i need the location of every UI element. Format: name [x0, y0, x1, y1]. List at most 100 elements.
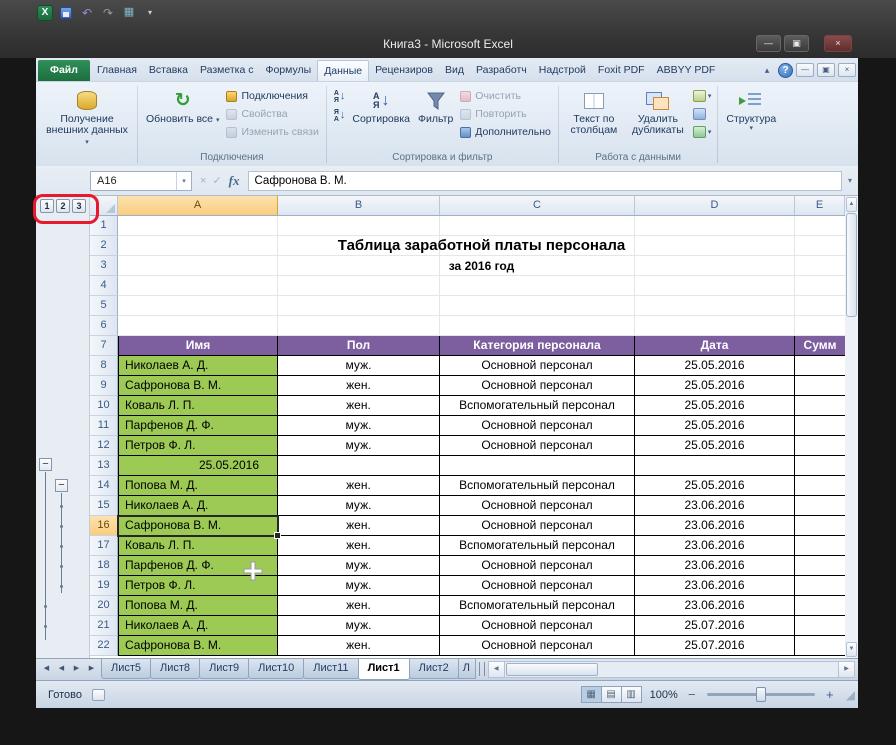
zoom-slider[interactable]: [706, 687, 815, 702]
cell-D8[interactable]: 25.05.2016: [635, 356, 795, 376]
cell-B1[interactable]: [278, 216, 440, 236]
cell-C9[interactable]: Основной персонал: [440, 376, 635, 396]
cell-D15[interactable]: 23.06.2016: [635, 496, 795, 516]
formula-input[interactable]: Сафронова В. М.: [247, 170, 842, 191]
cell-A21[interactable]: Николаев А. Д.: [118, 616, 278, 636]
cell-C5[interactable]: [440, 296, 635, 316]
collapse-ribbon-icon[interactable]: ▴: [759, 63, 775, 78]
close-button[interactable]: ×: [824, 35, 852, 52]
cell-C8[interactable]: Основной персонал: [440, 356, 635, 376]
ribbon-tab-Разметка с[interactable]: Разметка с: [194, 60, 260, 81]
outline-level-1-button[interactable]: 1: [40, 199, 54, 213]
workbook-minimize-icon[interactable]: —: [796, 63, 814, 77]
scroll-down-icon[interactable]: ▼: [846, 642, 857, 657]
cell-A11[interactable]: Парфенов Д. Ф.: [118, 416, 278, 436]
cell-A1[interactable]: [118, 216, 278, 236]
cell-B4[interactable]: [278, 276, 440, 296]
cell-E17[interactable]: [795, 536, 845, 556]
remove-duplicates-button[interactable]: Удалить дубликаты: [625, 84, 691, 139]
cell-A8[interactable]: Николаев А. Д.: [118, 356, 278, 376]
data-validation-button[interactable]: ▾: [691, 87, 714, 105]
ribbon-tab-Вид[interactable]: Вид: [439, 60, 470, 81]
select-all-corner[interactable]: [90, 196, 118, 215]
cell-C10[interactable]: Вспомогательный персонал: [440, 396, 635, 416]
cell-B21[interactable]: муж.: [278, 616, 440, 636]
cell-E6[interactable]: [795, 316, 845, 336]
redo-icon[interactable]: ↷: [99, 4, 117, 21]
resize-grip[interactable]: ◢: [846, 688, 855, 702]
ribbon-tab-Foxit PDF[interactable]: Foxit PDF: [592, 60, 651, 81]
zoom-in-icon[interactable]: +: [824, 688, 836, 701]
sheet-tab-Л[interactable]: Л: [457, 659, 476, 679]
macro-record-icon[interactable]: [91, 688, 105, 701]
row-header-13[interactable]: 13: [90, 456, 118, 476]
cell-E22[interactable]: [795, 636, 845, 656]
vertical-scroll-thumb[interactable]: [846, 213, 857, 317]
vertical-scrollbar[interactable]: ▲ ▼: [845, 196, 858, 658]
cell-A14[interactable]: Попова М. Д.: [118, 476, 278, 496]
cell-A9[interactable]: Сафронова В. М.: [118, 376, 278, 396]
column-header-C[interactable]: C: [440, 196, 635, 215]
cell-E2[interactable]: [795, 236, 845, 256]
cell-C12[interactable]: Основной персонал: [440, 436, 635, 456]
cell-E10[interactable]: [795, 396, 845, 416]
cell-D18[interactable]: 23.06.2016: [635, 556, 795, 576]
cell-D21[interactable]: 25.07.2016: [635, 616, 795, 636]
cell-D16[interactable]: 23.06.2016: [635, 516, 795, 536]
clear-filter-button[interactable]: Очистить: [457, 87, 554, 105]
cell-C11[interactable]: Основной персонал: [440, 416, 635, 436]
row-header-21[interactable]: 21: [90, 616, 118, 636]
cell-E18[interactable]: [795, 556, 845, 576]
filter-button[interactable]: Фильтр: [414, 84, 457, 128]
cancel-icon[interactable]: ×: [200, 175, 206, 187]
cell-D22[interactable]: 25.07.2016: [635, 636, 795, 656]
row-header-5[interactable]: 5: [90, 296, 118, 316]
cell-E12[interactable]: [795, 436, 845, 456]
cell-C18[interactable]: Основной персонал: [440, 556, 635, 576]
insert-function-icon[interactable]: fx: [229, 173, 240, 189]
cell-B11[interactable]: муж.: [278, 416, 440, 436]
cell-A12[interactable]: Петров Ф. Л.: [118, 436, 278, 456]
cell-B19[interactable]: муж.: [278, 576, 440, 596]
row-header-4[interactable]: 4: [90, 276, 118, 296]
cell-D4[interactable]: [635, 276, 795, 296]
tab-splitter[interactable]: [478, 662, 485, 676]
save-icon[interactable]: [57, 4, 75, 21]
cell-A3[interactable]: [118, 256, 278, 276]
cell-C16[interactable]: Основной персонал: [440, 516, 635, 536]
cell-A15[interactable]: Николаев А. Д.: [118, 496, 278, 516]
page-layout-view-button[interactable]: ▤: [600, 686, 622, 703]
cell-A20[interactable]: Попова М. Д.: [118, 596, 278, 616]
last-sheet-icon[interactable]: ▶: [84, 661, 99, 677]
scroll-left-icon[interactable]: ◀: [488, 662, 505, 677]
cell-B6[interactable]: [278, 316, 440, 336]
cell-C3[interactable]: [440, 256, 635, 276]
cell-C20[interactable]: Вспомогательный персонал: [440, 596, 635, 616]
row-header-18[interactable]: 18: [90, 556, 118, 576]
cell-B8[interactable]: муж.: [278, 356, 440, 376]
cell-C22[interactable]: Основной персонал: [440, 636, 635, 656]
sheet-tab-Лист1[interactable]: Лист1: [357, 659, 410, 680]
row-header-9[interactable]: 9: [90, 376, 118, 396]
sheet-tab-Лист9[interactable]: Лист9: [199, 659, 250, 679]
column-header-E[interactable]: E: [795, 196, 845, 215]
collapse-group-button[interactable]: −: [39, 458, 52, 471]
row-header-7[interactable]: 7: [90, 336, 118, 356]
cell-E11[interactable]: [795, 416, 845, 436]
scroll-right-icon[interactable]: ▶: [838, 662, 854, 677]
row-header-19[interactable]: 19: [90, 576, 118, 596]
cell-E14[interactable]: [795, 476, 845, 496]
row-header-12[interactable]: 12: [90, 436, 118, 456]
row-header-14[interactable]: 14: [90, 476, 118, 496]
cell-D1[interactable]: [635, 216, 795, 236]
expand-formula-bar-icon[interactable]: ▾: [842, 176, 858, 185]
cell-C21[interactable]: Основной персонал: [440, 616, 635, 636]
ribbon-tab-ABBYY PDF[interactable]: ABBYY PDF: [651, 60, 722, 81]
cell-E9[interactable]: [795, 376, 845, 396]
cell-E15[interactable]: [795, 496, 845, 516]
undo-icon[interactable]: ↶: [78, 4, 96, 21]
sheet-icon[interactable]: ▦: [120, 4, 138, 21]
horizontal-scrollbar[interactable]: ◀ ▶: [487, 661, 855, 678]
ribbon-tab-Разработч[interactable]: Разработч: [470, 60, 533, 81]
cell-D11[interactable]: 25.05.2016: [635, 416, 795, 436]
